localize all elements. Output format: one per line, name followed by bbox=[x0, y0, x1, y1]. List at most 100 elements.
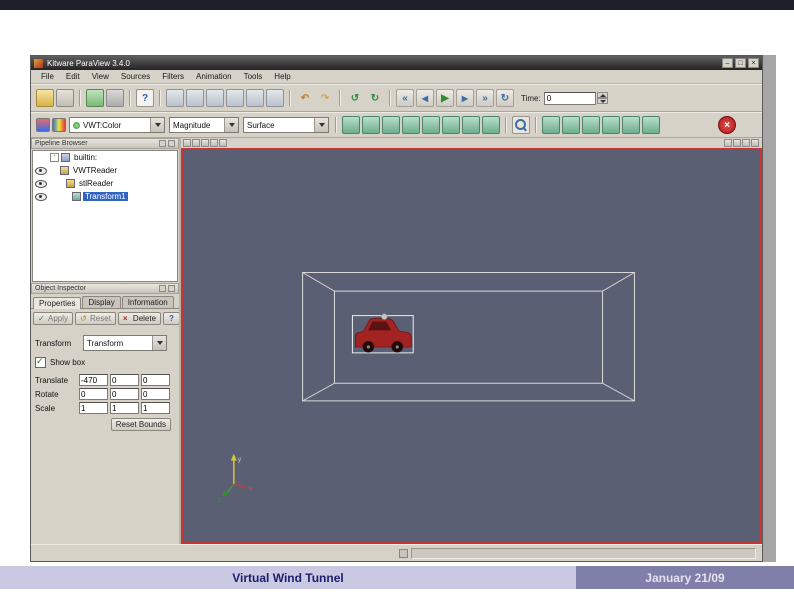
extract-block-icon[interactable] bbox=[582, 116, 600, 134]
menu-file[interactable]: File bbox=[35, 72, 60, 81]
interact-mode-icon[interactable] bbox=[266, 89, 284, 107]
pipeline-item-builtin[interactable]: builtin: bbox=[33, 151, 177, 164]
time-spin-down-icon[interactable] bbox=[596, 98, 608, 104]
view-pick-center-icon[interactable] bbox=[219, 139, 227, 147]
redo-icon[interactable] bbox=[316, 89, 334, 107]
representation-combo[interactable]: Surface bbox=[243, 117, 329, 133]
chevron-down-icon[interactable] bbox=[314, 118, 328, 132]
time-input[interactable] bbox=[543, 91, 596, 105]
visibility-eye-icon[interactable] bbox=[34, 192, 47, 201]
chevron-down-icon[interactable] bbox=[224, 118, 238, 132]
widget-sphere-handle[interactable] bbox=[381, 313, 388, 320]
select-block-icon[interactable] bbox=[246, 89, 264, 107]
view-lookmark-icon[interactable] bbox=[192, 139, 200, 147]
extract-subset-icon[interactable] bbox=[442, 116, 460, 134]
select-surface-cells-icon[interactable] bbox=[166, 89, 184, 107]
tab-properties[interactable]: Properties bbox=[33, 297, 82, 309]
tab-display[interactable]: Display bbox=[82, 296, 121, 308]
expander-icon[interactable] bbox=[50, 153, 59, 162]
warp-vector-icon[interactable] bbox=[542, 116, 560, 134]
menu-edit[interactable]: Edit bbox=[60, 72, 86, 81]
maximize-view-icon[interactable] bbox=[742, 139, 750, 147]
close-view-icon[interactable] bbox=[751, 139, 759, 147]
plot-over-line-icon[interactable] bbox=[602, 116, 620, 134]
menu-filters[interactable]: Filters bbox=[156, 72, 190, 81]
component-combo[interactable]: Magnitude bbox=[169, 117, 239, 133]
calculator-icon[interactable] bbox=[342, 116, 360, 134]
select-frustum-points-icon[interactable] bbox=[226, 89, 244, 107]
camera-undo-icon[interactable] bbox=[346, 89, 364, 107]
pipeline-item-stlreader[interactable]: stlReader bbox=[33, 177, 177, 190]
save-data-icon[interactable] bbox=[56, 89, 74, 107]
maximize-button[interactable]: □ bbox=[735, 58, 746, 68]
view-camera-icon[interactable] bbox=[183, 139, 191, 147]
translate-x-field[interactable] bbox=[79, 374, 108, 386]
visibility-eye-icon[interactable] bbox=[34, 166, 47, 175]
selection-inspector-icon[interactable] bbox=[642, 116, 660, 134]
close-button[interactable]: × bbox=[748, 58, 759, 68]
progress-abort-icon[interactable] bbox=[399, 548, 408, 558]
open-file-icon[interactable] bbox=[36, 89, 54, 107]
minimize-button[interactable]: – bbox=[722, 58, 733, 68]
panel-float-icon[interactable] bbox=[159, 285, 166, 292]
chevron-down-icon[interactable] bbox=[152, 336, 166, 350]
select-surface-points-icon[interactable] bbox=[186, 89, 204, 107]
vcr-last-frame-icon[interactable] bbox=[476, 89, 494, 107]
reset-bounds-button[interactable]: Reset Bounds bbox=[110, 418, 171, 431]
rotate-y-field[interactable] bbox=[110, 388, 139, 400]
edit-color-map-icon[interactable] bbox=[52, 118, 66, 132]
show-box-checkbox[interactable] bbox=[35, 356, 46, 368]
disconnect-server-icon[interactable] bbox=[106, 89, 124, 107]
vcr-previous-frame-icon[interactable] bbox=[416, 89, 434, 107]
menu-animation[interactable]: Animation bbox=[190, 72, 238, 81]
menu-tools[interactable]: Tools bbox=[238, 72, 269, 81]
group-datasets-icon[interactable] bbox=[562, 116, 580, 134]
translate-z-field[interactable] bbox=[141, 374, 170, 386]
camera-redo-icon[interactable] bbox=[366, 89, 384, 107]
pipeline-item-transform1[interactable]: Transform1 bbox=[33, 190, 177, 203]
threshold-icon[interactable] bbox=[422, 116, 440, 134]
scale-x-field[interactable] bbox=[79, 402, 108, 414]
color-by-combo[interactable]: VWT:Color bbox=[69, 117, 165, 133]
pipeline-item-vwtreader[interactable]: VWTReader bbox=[33, 164, 177, 177]
visibility-eye-icon[interactable] bbox=[34, 179, 47, 188]
menu-help[interactable]: Help bbox=[268, 72, 296, 81]
toggle-color-legend-icon[interactable] bbox=[36, 118, 50, 132]
panel-close-icon[interactable] bbox=[168, 140, 175, 147]
menu-view[interactable]: View bbox=[86, 72, 115, 81]
help-icon[interactable] bbox=[136, 89, 154, 107]
spreadsheet-view-icon[interactable] bbox=[622, 116, 640, 134]
cancel-icon[interactable] bbox=[718, 116, 736, 134]
view-center-axes-icon[interactable] bbox=[210, 139, 218, 147]
panel-close-icon[interactable] bbox=[168, 285, 175, 292]
select-frustum-cells-icon[interactable] bbox=[206, 89, 224, 107]
transform-combo[interactable]: Transform bbox=[83, 335, 167, 351]
slice-icon[interactable] bbox=[402, 116, 420, 134]
window-titlebar[interactable]: Kitware ParaView 3.4.0 – □ × bbox=[31, 56, 762, 70]
vcr-next-frame-icon[interactable] bbox=[456, 89, 474, 107]
undo-icon[interactable] bbox=[296, 89, 314, 107]
vcr-play-icon[interactable] bbox=[436, 89, 454, 107]
scale-y-field[interactable] bbox=[110, 402, 139, 414]
split-horizontal-icon[interactable] bbox=[724, 139, 732, 147]
translate-y-field[interactable] bbox=[110, 374, 139, 386]
split-vertical-icon[interactable] bbox=[733, 139, 741, 147]
vcr-first-frame-icon[interactable] bbox=[396, 89, 414, 107]
connect-server-icon[interactable] bbox=[86, 89, 104, 107]
reset-button[interactable]: Reset bbox=[75, 312, 116, 325]
glyph-icon[interactable] bbox=[462, 116, 480, 134]
chevron-down-icon[interactable] bbox=[150, 118, 164, 132]
menu-sources[interactable]: Sources bbox=[115, 72, 156, 81]
vcr-loop-icon[interactable] bbox=[496, 89, 514, 107]
clip-icon[interactable] bbox=[382, 116, 400, 134]
zoom-to-data-icon[interactable] bbox=[512, 116, 530, 134]
rotate-x-field[interactable] bbox=[79, 388, 108, 400]
inspector-help-button[interactable]: ? bbox=[163, 312, 180, 325]
view-interaction-icon[interactable] bbox=[201, 139, 209, 147]
scale-z-field[interactable] bbox=[141, 402, 170, 414]
panel-float-icon[interactable] bbox=[159, 140, 166, 147]
apply-button[interactable]: Apply bbox=[33, 312, 74, 325]
rotate-z-field[interactable] bbox=[141, 388, 170, 400]
delete-button[interactable]: Delete bbox=[117, 312, 162, 325]
stream-tracer-icon[interactable] bbox=[482, 116, 500, 134]
